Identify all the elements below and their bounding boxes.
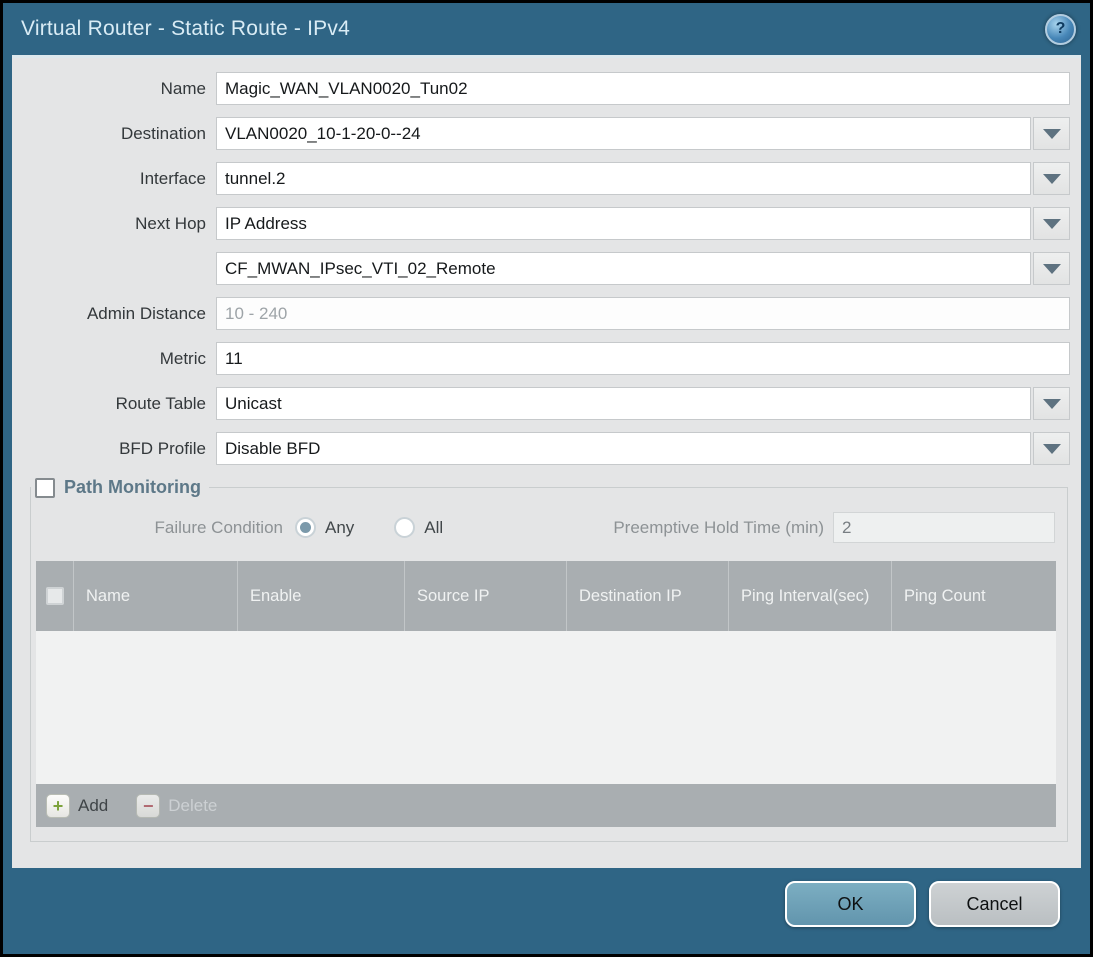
dialog-footer: OK Cancel [3, 868, 1090, 954]
interface-dropdown-button[interactable] [1033, 162, 1070, 195]
ok-button[interactable]: OK [785, 881, 916, 927]
column-header-ping-interval: Ping Interval(sec) [728, 561, 891, 631]
chevron-down-icon [1043, 399, 1061, 409]
route-table-dropdown-button[interactable] [1033, 387, 1070, 420]
form-row-next-hop-address [24, 252, 1070, 285]
column-header-destination-ip: Destination IP [566, 561, 728, 631]
failure-condition-all-radio[interactable] [394, 517, 415, 538]
bfd-profile-label: BFD Profile [24, 439, 216, 459]
preemptive-hold-time-input[interactable] [833, 512, 1055, 543]
failure-condition-any-label: Any [325, 518, 354, 538]
next-hop-label: Next Hop [24, 214, 216, 234]
table-header-row: Name Enable Source IP Destination IP Pin… [36, 561, 1056, 631]
chevron-down-icon [1043, 444, 1061, 454]
chevron-down-icon [1043, 129, 1061, 139]
admin-distance-input[interactable] [216, 297, 1070, 330]
path-monitoring-checkbox[interactable] [35, 478, 55, 498]
column-header-name: Name [73, 561, 237, 631]
form-row-interface: Interface [24, 162, 1070, 195]
destination-label: Destination [24, 124, 216, 144]
delete-button-label: Delete [168, 796, 217, 816]
column-header-ping-count: Ping Count [891, 561, 1056, 631]
route-table-label: Route Table [24, 394, 216, 414]
failure-condition-any-radio[interactable] [295, 517, 316, 538]
destination-input[interactable] [216, 117, 1031, 150]
add-plus-icon: + [46, 794, 70, 818]
interface-label: Interface [24, 169, 216, 189]
cancel-button[interactable]: Cancel [929, 881, 1060, 927]
form-row-destination: Destination [24, 117, 1070, 150]
path-monitoring-table: Name Enable Source IP Destination IP Pin… [36, 561, 1056, 827]
table-toolbar: + Add − Delete [36, 784, 1056, 827]
dialog-body: Name Destination Interface [12, 55, 1081, 868]
dialog-titlebar: Virtual Router - Static Route - IPv4 ? [3, 3, 1090, 55]
preemptive-hold-time-label: Preemptive Hold Time (min) [613, 518, 833, 538]
name-label: Name [24, 79, 216, 99]
help-question-glyph: ? [1056, 21, 1066, 37]
form-row-metric: Metric [24, 342, 1070, 375]
form-row-name: Name [24, 72, 1070, 105]
metric-input[interactable] [216, 342, 1070, 375]
path-monitoring-group: Path Monitoring Failure Condition Any Al… [30, 477, 1068, 842]
help-icon[interactable]: ? [1045, 14, 1076, 45]
form-row-admin-distance: Admin Distance [24, 297, 1070, 330]
next-hop-address-dropdown-button[interactable] [1033, 252, 1070, 285]
name-input[interactable] [216, 72, 1070, 105]
admin-distance-label: Admin Distance [24, 304, 216, 324]
form-row-bfd-profile: BFD Profile [24, 432, 1070, 465]
failure-condition-all-label: All [424, 518, 443, 538]
failure-condition-row: Failure Condition Any All Preemptive Hol… [31, 512, 1055, 543]
table-select-all-cell [36, 561, 73, 631]
column-header-enable: Enable [237, 561, 404, 631]
bfd-profile-dropdown-button[interactable] [1033, 432, 1070, 465]
chevron-down-icon [1043, 219, 1061, 229]
delete-minus-icon: − [136, 794, 160, 818]
next-hop-type-input[interactable] [216, 207, 1031, 240]
delete-button[interactable]: − Delete [136, 794, 217, 818]
bfd-profile-input[interactable] [216, 432, 1031, 465]
chevron-down-icon [1043, 174, 1061, 184]
metric-label: Metric [24, 349, 216, 369]
add-button-label: Add [78, 796, 108, 816]
failure-condition-label: Failure Condition [31, 518, 295, 538]
next-hop-type-dropdown-button[interactable] [1033, 207, 1070, 240]
path-monitoring-legend: Path Monitoring [31, 477, 209, 498]
dialog-window: Virtual Router - Static Route - IPv4 ? N… [3, 3, 1090, 954]
destination-dropdown-button[interactable] [1033, 117, 1070, 150]
form-row-route-table: Route Table [24, 387, 1070, 420]
interface-input[interactable] [216, 162, 1031, 195]
column-header-source-ip: Source IP [404, 561, 566, 631]
form-row-next-hop: Next Hop [24, 207, 1070, 240]
route-table-input[interactable] [216, 387, 1031, 420]
table-body-empty [36, 631, 1056, 784]
path-monitoring-title: Path Monitoring [64, 477, 201, 498]
select-all-checkbox[interactable] [46, 587, 64, 605]
next-hop-address-input[interactable] [216, 252, 1031, 285]
dialog-title: Virtual Router - Static Route - IPv4 [21, 17, 1045, 41]
screenshot-root: Virtual Router - Static Route - IPv4 ? N… [0, 0, 1093, 957]
add-button[interactable]: + Add [46, 794, 108, 818]
chevron-down-icon [1043, 264, 1061, 274]
